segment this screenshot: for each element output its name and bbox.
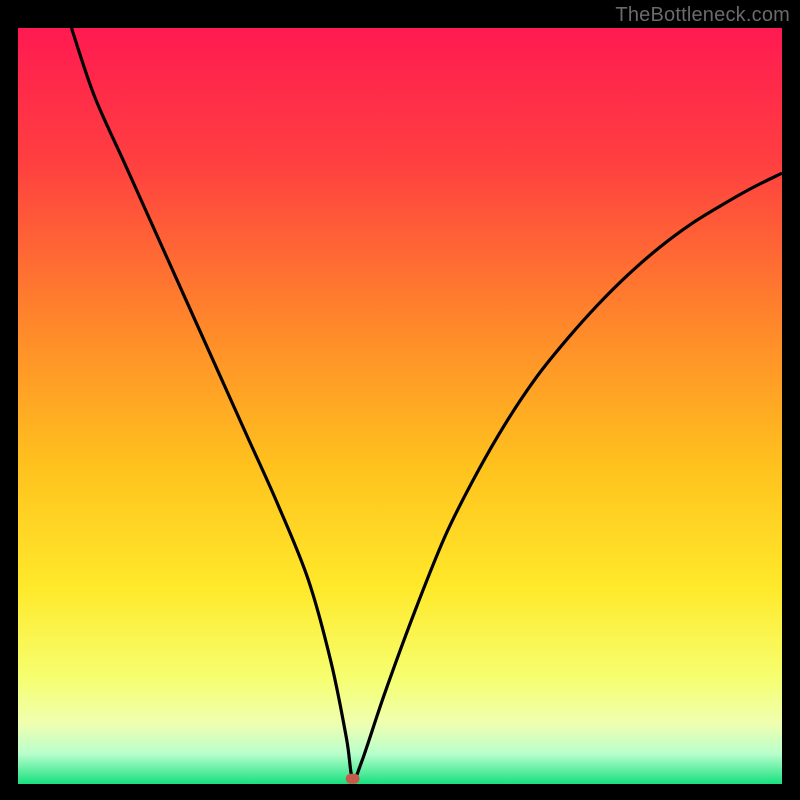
chart-frame: TheBottleneck.com [0,0,800,800]
optimal-marker [346,774,360,784]
gradient-background [18,28,782,784]
watermark-text: TheBottleneck.com [615,4,790,27]
plot-area [18,28,782,784]
plot-svg [18,28,782,784]
